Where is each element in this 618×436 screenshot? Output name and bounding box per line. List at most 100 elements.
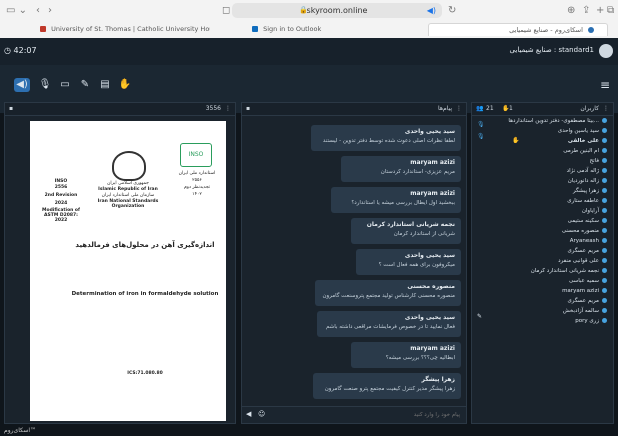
url-text: skyroom.online (306, 6, 368, 15)
doc-year-en: 2024 (54, 201, 68, 206)
address-bar[interactable]: 🔒 skyroom.online ◀) (232, 3, 442, 18)
user-item[interactable]: آرایاوان (582, 207, 607, 216)
user-item[interactable]: نجمه شریانی استاندارد کرمان (531, 267, 607, 276)
send-icon[interactable]: ◀ (246, 410, 251, 418)
document-page[interactable]: INSO استاندارد ملی ایران ۲۵۵۶ تجدیدنظر د… (30, 121, 226, 421)
user-icon (602, 318, 607, 323)
doc-standard-no: ۲۵۵۶ (192, 178, 202, 183)
forward-icon[interactable]: › (48, 4, 52, 17)
back-icon[interactable]: ‹ (36, 4, 40, 17)
user-item[interactable]: علی خالقی (568, 137, 607, 146)
doc-header-fa2: سازمان ملی استاندارد ایران (101, 193, 155, 198)
user-icon (602, 178, 607, 183)
user-item[interactable]: maryam azizi (562, 287, 607, 296)
room-title: صنایع شیمیایی : standard1 (509, 46, 594, 54)
screen-share-icon[interactable]: ▭ (58, 78, 72, 92)
university-icon (40, 26, 46, 32)
emoji-icon[interactable]: ☺ (258, 410, 265, 418)
tab-outlook[interactable]: Sign in to Outlook (252, 23, 382, 36)
user-item[interactable]: Aryaneash (570, 237, 607, 246)
microphone-icon[interactable]: 🎙 (38, 78, 52, 92)
user-item[interactable]: سالمه آزادبخش (563, 307, 607, 316)
user-icon (602, 278, 607, 283)
user-item[interactable]: ژاله آدمی نژاد (567, 167, 607, 176)
doc-year: ۱۴۰۲ (192, 192, 202, 197)
chat-message: نجمه شریانی استاندارد کرمان شریانی از اس… (351, 218, 461, 244)
folder-icon[interactable]: ▪ (9, 103, 13, 115)
hand-icon[interactable]: ✋ (118, 78, 132, 92)
user-item[interactable]: مریم عسگری (568, 297, 607, 306)
user-icon (602, 128, 607, 133)
mic-count: 1 (509, 105, 513, 112)
user-item[interactable]: pory زری (575, 317, 607, 326)
document-panel-header: ▪ 3556 ⋮ (5, 103, 235, 116)
speaker-icon[interactable]: ◀) (427, 3, 436, 18)
tab-skyroom[interactable]: اسکای‌روم - صنایع شیمیایی (428, 23, 608, 36)
chat-panel: ▪ پیام‌ها ⋮ سید یحیی واحدی لطفا نظرات اص… (241, 102, 467, 424)
users-title: کاربران (580, 105, 599, 112)
user-item[interactable]: ام البنین طرمی (563, 147, 607, 156)
user-item[interactable]: عاطفه ستاری (567, 197, 607, 206)
users-more-icon[interactable]: ⋮ (603, 103, 609, 115)
tab-university[interactable]: University of St. Thomas | Catholic Univ… (40, 23, 210, 36)
user-item[interactable]: زهرا پیشگر (573, 187, 607, 196)
user-item[interactable]: سمیه عباسی (569, 277, 607, 286)
users-icon: 👥 (476, 105, 484, 112)
users-panel: 👥 21 ✋ 1 کاربران ⋮ 🎙 🎙 ✋ ✎ بیتا مصطفوی- … (471, 102, 614, 424)
standard-logo: INSO (180, 143, 212, 167)
hand-icon: ✋ (512, 137, 520, 144)
pen-icon[interactable]: ✎ (78, 78, 92, 92)
chat-message: منصوره محسنی منصوره محسنی کارشناس تولید … (315, 280, 461, 306)
user-item[interactable]: منصوره محسنی (562, 227, 607, 236)
more-icon[interactable]: ⋮ (225, 103, 231, 115)
user-item[interactable]: زاله دانوردیان (568, 177, 607, 186)
chat-title: پیام‌ها (437, 105, 452, 112)
new-tab-icon[interactable]: + (596, 4, 604, 17)
file-icon[interactable]: ▤ (98, 78, 112, 92)
user-icon (602, 168, 607, 173)
users-header: 👥 21 ✋ 1 کاربران ⋮ (472, 103, 613, 116)
download-icon[interactable]: ⊕ (567, 4, 575, 17)
user-icon (602, 208, 607, 213)
user-item[interactable]: سکینه ستیمی (568, 217, 607, 226)
mic-icon: 🎙 (477, 133, 485, 140)
user-icon (602, 118, 607, 123)
user-item[interactable]: سید یاسین واحدی (558, 127, 607, 136)
user-item[interactable]: فاتح (590, 157, 607, 166)
doc-rev-en: 2nd Revision (44, 193, 78, 198)
screen: ▭ ⌄ ‹ › ◻ 🔒 skyroom.online ◀) ↻ ⊕ ⇪ + ⧉ … (0, 0, 618, 436)
shield-icon: ◻ (222, 5, 231, 16)
user-item[interactable]: مریم عسگری (568, 247, 607, 256)
pen-icon: ✎ (477, 313, 483, 320)
reload-icon[interactable]: ↻ (448, 4, 456, 17)
doc-national-standard: استاندارد ملی ایران (178, 171, 216, 176)
mic-icon: 🎙 (477, 121, 485, 128)
user-icon (602, 298, 607, 303)
user-icon (602, 248, 607, 253)
user-count: 21 (486, 105, 494, 112)
user-icon (602, 158, 607, 163)
menu-icon[interactable]: ≡ (598, 78, 612, 92)
app-footer: اسکای‌روم™ (0, 426, 618, 436)
doc-revision: تجدیدنظر دوم (184, 185, 210, 190)
outlook-icon (252, 26, 258, 32)
tabs-overview-icon[interactable]: ⧉ (607, 4, 614, 17)
share-icon[interactable]: ⇪ (582, 4, 590, 17)
lock-icon: 🔒 (299, 6, 308, 14)
sidebar-toggle-icon[interactable]: ▭ ⌄ (6, 4, 27, 17)
user-item[interactable]: بیتا مصطفوی- دفتر تدوین استانداردها... (508, 117, 607, 126)
chat-input-bar: ◀ ☺ (242, 406, 466, 423)
chat-input[interactable] (272, 409, 462, 421)
chat-message: سید یحیی واحدی میکروفون برای همه فعال اس… (356, 249, 461, 275)
skyroom-icon (588, 27, 594, 33)
user-icon (602, 228, 607, 233)
avatar[interactable] (599, 44, 613, 58)
chat-header: ▪ پیام‌ها ⋮ (242, 103, 466, 116)
chat-message: maryam azizi ابطالیه چی؟؟؟ بررسی میشه؟ (351, 342, 461, 368)
user-icon (602, 198, 607, 203)
timer: ◷ 42:07 (4, 46, 37, 55)
chat-more-icon[interactable]: ⋮ (456, 103, 462, 115)
chat-icon: ▪ (246, 105, 251, 112)
speaker-icon[interactable]: ◀) (14, 78, 30, 92)
user-item[interactable]: علی قوانبی منفرد (558, 257, 607, 266)
